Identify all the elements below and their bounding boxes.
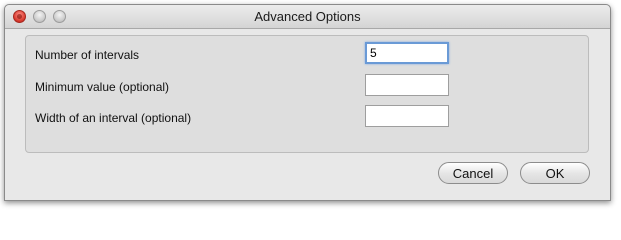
title-bar[interactable]: Advanced Options bbox=[5, 5, 610, 29]
window-title: Advanced Options bbox=[254, 9, 361, 24]
options-panel: Number of intervals Minimum value (optio… bbox=[25, 35, 589, 153]
minimum-value-label: Minimum value (optional) bbox=[35, 80, 170, 94]
interval-width-label: Width of an interval (optional) bbox=[35, 111, 192, 125]
dialog-window: Advanced Options Number of intervals Min… bbox=[4, 4, 611, 201]
number-of-intervals-input[interactable] bbox=[365, 42, 449, 64]
number-of-intervals-label: Number of intervals bbox=[35, 48, 140, 62]
interval-width-input[interactable] bbox=[365, 105, 449, 127]
cancel-button[interactable]: Cancel bbox=[438, 162, 508, 184]
ok-button[interactable]: OK bbox=[520, 162, 590, 184]
minimum-value-input[interactable] bbox=[365, 74, 449, 96]
